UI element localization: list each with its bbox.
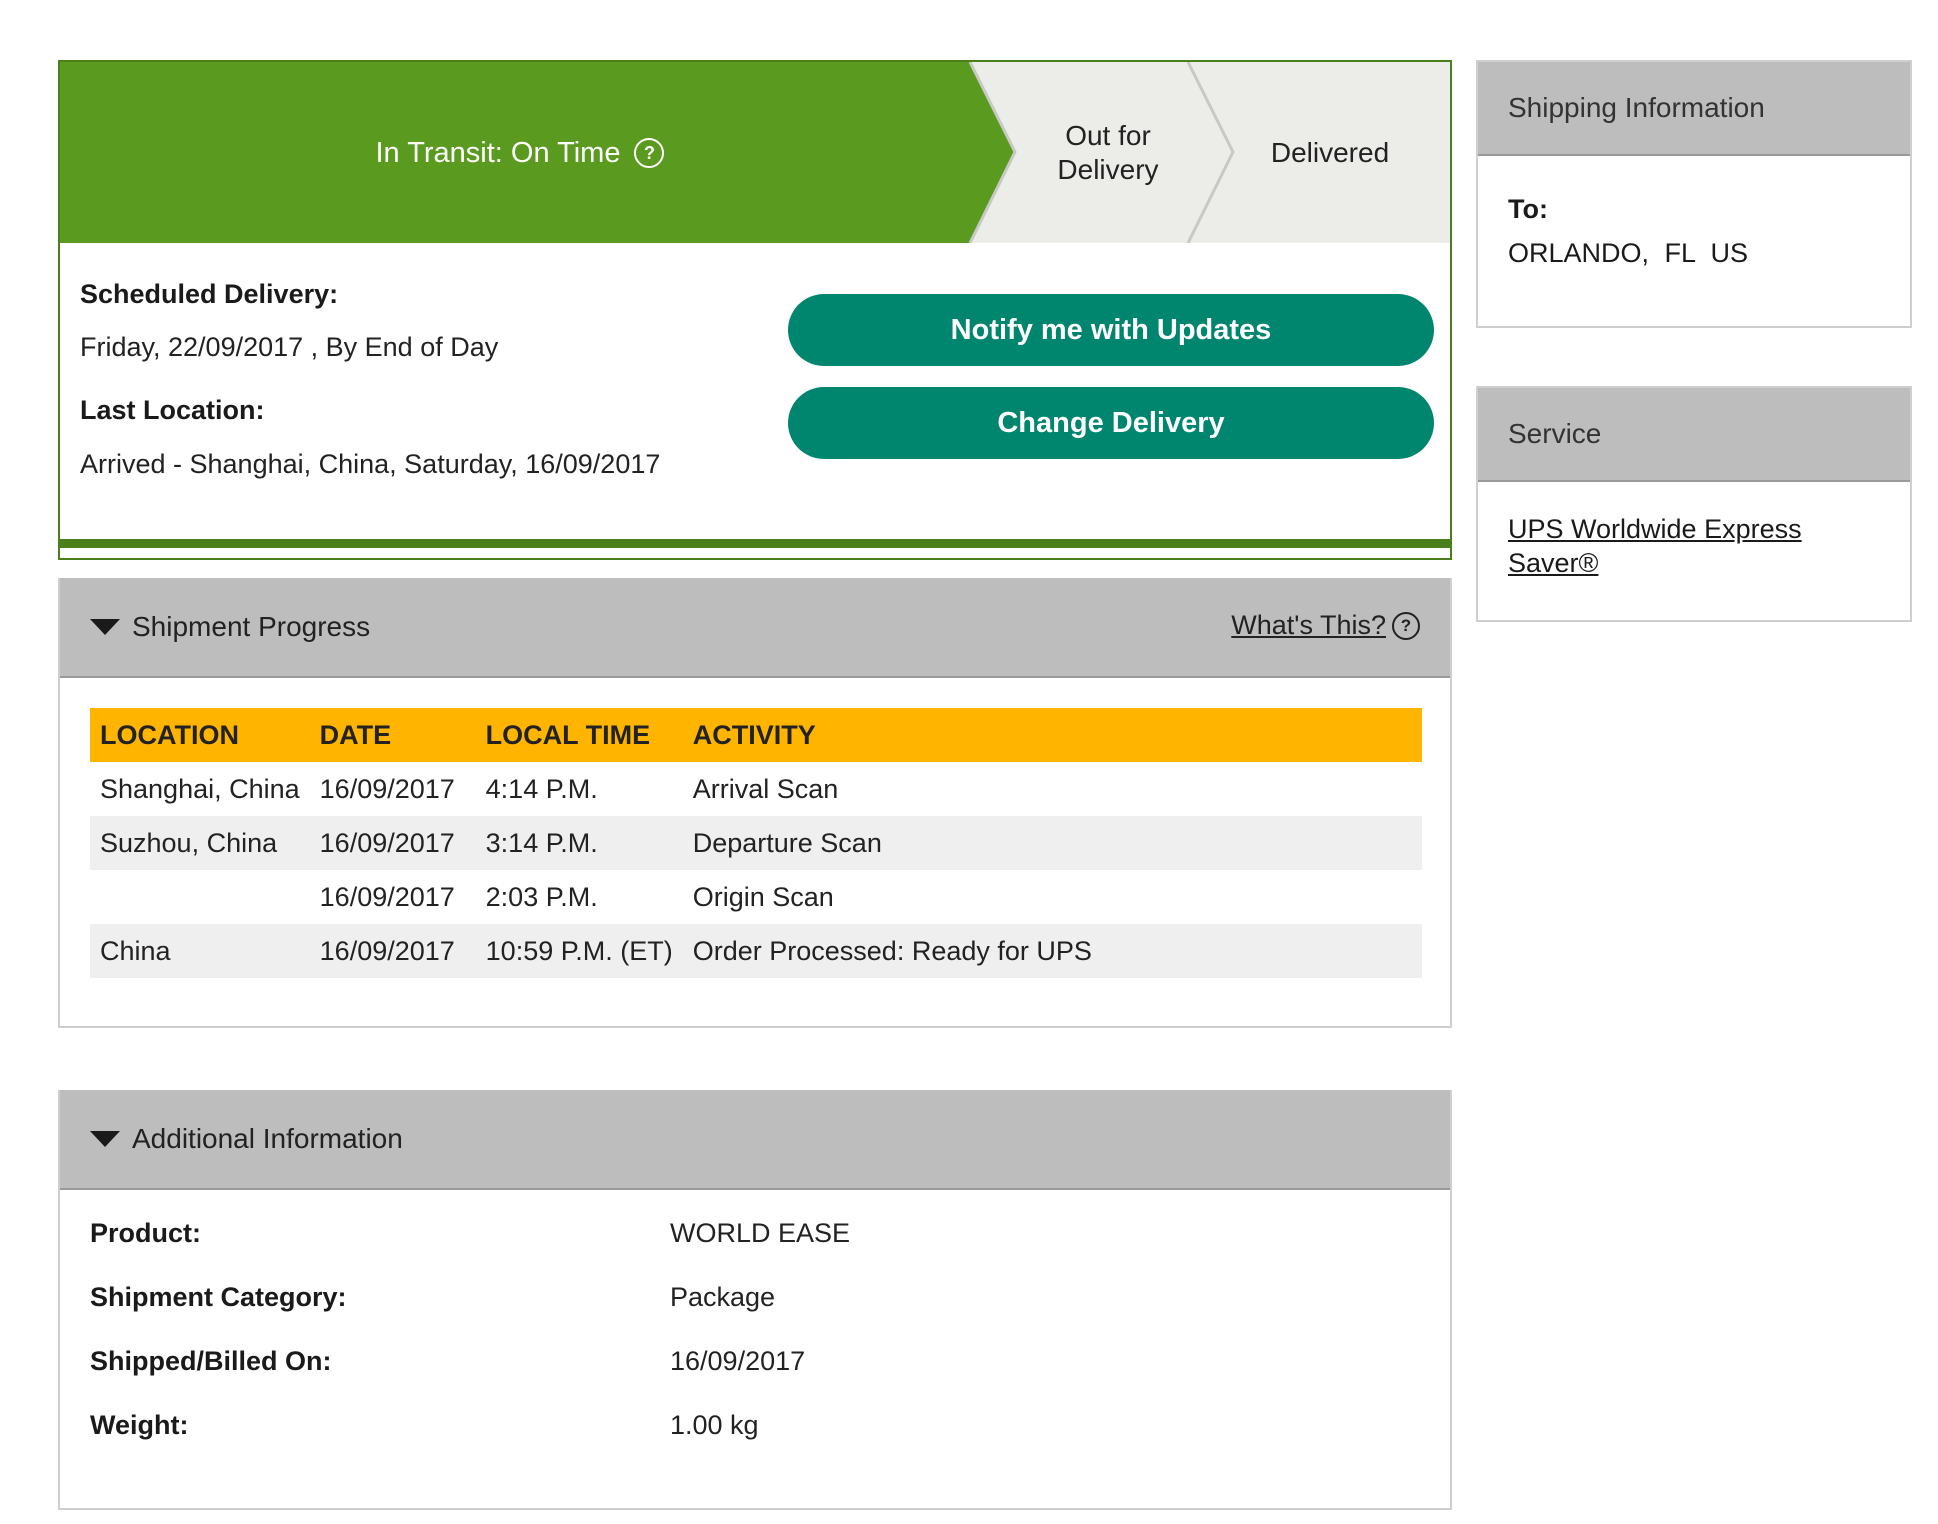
progress-table: LOCATION DATE LOCAL TIME ACTIVITY Shangh…	[90, 708, 1422, 978]
stage-out-line2: Delivery	[1057, 153, 1159, 185]
last-location-label: Last Location:	[80, 395, 265, 425]
shipped-billed-value: 16/09/2017	[670, 1346, 806, 1376]
stage-delivered-label: Delivered	[1270, 136, 1390, 168]
cell-location: Suzhou, China	[90, 816, 310, 870]
help-icon[interactable]: ?	[634, 137, 665, 168]
whats-this: What's This? ?	[1231, 610, 1420, 641]
status-card: In Transit: On Time ? Out for Delivery D…	[58, 60, 1452, 560]
shipped-billed-label: Shipped/Billed On:	[90, 1346, 332, 1376]
cell-activity: Departure Scan	[682, 816, 1422, 870]
shipping-info-panel: Shipping Information To: ORLANDO, FL US	[1476, 60, 1912, 328]
stage-out-for-delivery: Out for Delivery	[1008, 62, 1208, 243]
status-progress-bar: In Transit: On Time ? Out for Delivery D…	[60, 62, 1450, 243]
cell-time: 10:59 P.M. (ET)	[475, 924, 683, 978]
service-header: Service	[1478, 388, 1910, 482]
collapse-caret-icon[interactable]	[90, 1131, 120, 1147]
shipping-info-header: Shipping Information	[1478, 62, 1910, 156]
status-bottom-bar	[60, 539, 1450, 548]
to-value: ORLANDO, FL US	[1508, 238, 1749, 268]
collapse-caret-icon[interactable]	[90, 619, 120, 635]
stage-in-transit-label: In Transit: On Time	[375, 136, 621, 169]
service-link-line2: Saver®	[1508, 548, 1599, 578]
table-row: China 16/09/2017 10:59 P.M. (ET) Order P…	[90, 924, 1422, 978]
scheduled-delivery-label: Scheduled Delivery:	[80, 279, 339, 309]
additional-info-section: Additional Information Product: WORLD EA…	[58, 1090, 1452, 1510]
cell-date: 16/09/2017	[319, 773, 455, 804]
status-details: Scheduled Delivery: Friday, 22/09/2017 ,…	[60, 243, 1450, 548]
service-link-line1: UPS Worldwide Express	[1508, 514, 1802, 544]
shipment-category-label: Shipment Category:	[90, 1282, 347, 1312]
product-label: Product:	[90, 1218, 201, 1248]
service-link[interactable]: UPS Worldwide Express Saver®	[1508, 512, 1880, 580]
notify-updates-button[interactable]: Notify me with Updates	[788, 294, 1434, 366]
cell-activity: Origin Scan	[692, 881, 834, 912]
stage-out-line1: Out for	[1065, 119, 1151, 151]
shipment-progress-title: Shipment Progress	[132, 611, 371, 642]
table-row: Suzhou, China 16/09/2017 3:14 P.M. Depar…	[90, 816, 1422, 870]
help-icon[interactable]: ?	[1392, 611, 1420, 640]
change-delivery-button[interactable]: Change Delivery	[788, 387, 1434, 459]
cell-activity: Arrival Scan	[692, 773, 839, 804]
cell-time: 4:14 P.M.	[485, 773, 598, 804]
progress-table-header: LOCATION DATE LOCAL TIME ACTIVITY	[90, 708, 1422, 762]
product-value: WORLD EASE	[670, 1218, 851, 1248]
to-label: To:	[1508, 194, 1548, 224]
shipment-progress-header[interactable]: Shipment Progress What's This? ?	[60, 578, 1450, 678]
cell-activity: Order Processed: Ready for UPS	[682, 924, 1422, 978]
shipment-category-value: Package	[670, 1282, 776, 1312]
stage-delivered: Delivered	[1210, 62, 1450, 243]
cell-time: 3:14 P.M.	[475, 816, 683, 870]
weight-value: 1.00 kg	[670, 1410, 759, 1440]
scheduled-delivery-value: Friday, 22/09/2017 , By End of Day	[80, 332, 499, 362]
tracking-page: In Transit: On Time ? Out for Delivery D…	[0, 0, 1938, 1524]
col-location: LOCATION	[90, 708, 310, 762]
service-panel: Service UPS Worldwide Express Saver®	[1476, 386, 1912, 622]
additional-info-title: Additional Information	[132, 1123, 403, 1154]
cell-location: Shanghai, China	[100, 773, 300, 804]
table-row: 16/09/2017 2:03 P.M. Origin Scan	[90, 870, 1422, 924]
last-location-value: Arrived - Shanghai, China, Saturday, 16/…	[80, 449, 661, 479]
table-row: Shanghai, China 16/09/2017 4:14 P.M. Arr…	[90, 762, 1422, 816]
cell-date: 16/09/2017	[309, 924, 476, 978]
cell-date: 16/09/2017	[319, 881, 455, 912]
cell-time: 2:03 P.M.	[485, 881, 598, 912]
cell-date: 16/09/2017	[309, 816, 476, 870]
cell-location	[90, 870, 310, 924]
col-date: DATE	[309, 708, 476, 762]
col-activity: ACTIVITY	[682, 708, 1422, 762]
stage-in-transit: In Transit: On Time ?	[60, 62, 980, 243]
additional-info-header[interactable]: Additional Information	[60, 1090, 1450, 1190]
cell-location: China	[90, 924, 310, 978]
whats-this-link[interactable]: What's This?	[1231, 610, 1386, 641]
shipment-progress-section: Shipment Progress What's This? ? LOCATIO…	[58, 578, 1452, 1028]
weight-label: Weight:	[90, 1410, 189, 1440]
col-local-time: LOCAL TIME	[475, 708, 683, 762]
